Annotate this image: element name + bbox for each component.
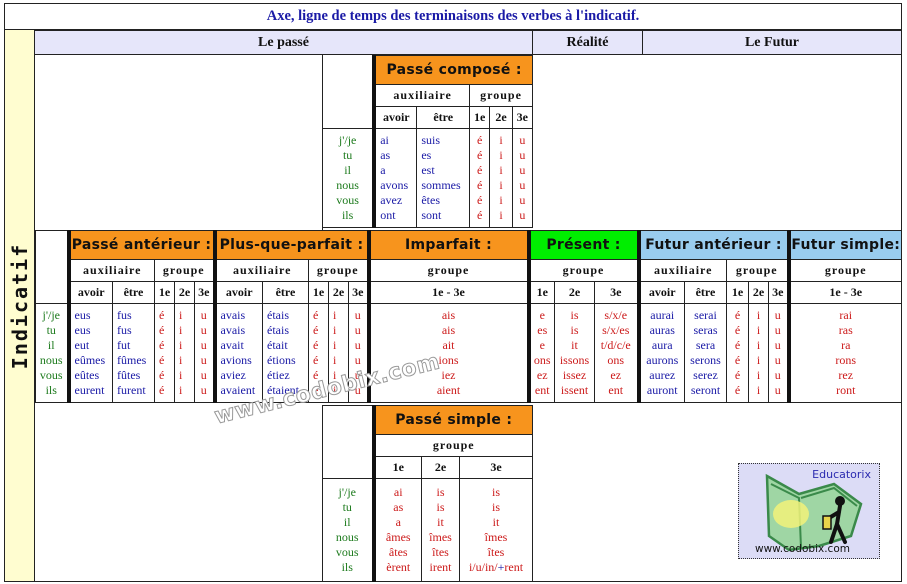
logo-url: www.codobix.com xyxy=(755,543,850,555)
group1-endings: ai as a âmes âtes èrent xyxy=(371,478,422,582)
avoir-header: avoir xyxy=(66,281,113,304)
avoir-forms: avais avais avait avions aviez avaient xyxy=(212,303,263,403)
group1-endings: e es e ons ez ent xyxy=(528,303,555,403)
etre-header: être xyxy=(416,106,471,129)
group1-header: 1e xyxy=(154,281,175,304)
educatorix-logo: Educatorix www.codobix.com xyxy=(738,463,880,559)
mood-label: Indicatif xyxy=(7,242,32,369)
group3-header: 3e xyxy=(594,281,639,304)
etre-header: être xyxy=(684,281,727,304)
group-header: groupe xyxy=(154,259,215,282)
group1-endings: éééééé xyxy=(154,303,175,403)
header-present: Réalité xyxy=(533,30,643,55)
group1-header: 1e xyxy=(726,281,749,304)
avoir-header: avoir xyxy=(636,281,685,304)
group-header: groupe xyxy=(308,259,369,282)
group-header: groupe xyxy=(786,259,902,282)
group2-header: 2e xyxy=(174,281,195,304)
group2-endings: is is it issons issez issent xyxy=(554,303,595,403)
group2-endings: iiiiii xyxy=(748,303,769,403)
etre-header: être xyxy=(112,281,155,304)
avoir-forms: aurai auras aura aurons aurez auront xyxy=(636,303,685,403)
futur-simple-endings: rai ras ra rons rez ront xyxy=(786,303,902,403)
etre-forms: serai seras sera serons serez seront xyxy=(684,303,727,403)
header-past: Le passé xyxy=(35,30,533,55)
empty-cell xyxy=(322,405,374,479)
group1-header: 1e xyxy=(528,281,555,304)
tense-title-passe-simple: Passé simple : xyxy=(371,405,533,435)
empty-cell xyxy=(322,55,375,129)
group2-endings: iiiiii xyxy=(174,303,195,403)
empty-cell xyxy=(35,230,69,304)
avoir-forms: eus eus eut eûmes eûtes eurent xyxy=(66,303,113,403)
group-header: groupe xyxy=(469,84,533,107)
group3-endings: uuuuuu xyxy=(194,303,215,403)
header-future: Le Futur xyxy=(643,30,902,55)
group2-header: 2e xyxy=(489,106,513,129)
group-header: groupe xyxy=(366,259,531,282)
tense-title-plus-que-parfait: Plus-que-parfait : xyxy=(212,230,369,260)
group2-header: 2e xyxy=(328,281,349,304)
pronouns-column: j'/je tu il nous vous ils xyxy=(35,303,69,403)
passe-simple-table: Passé simple : groupe 1e 2e 3e j'/je tu il… xyxy=(322,405,533,582)
group2-endings: iiiiii xyxy=(489,128,513,228)
group2-header: 2e xyxy=(554,281,595,304)
middle-tenses-table: Passé antérieur : Plus-que-parfait : Imp… xyxy=(35,230,902,403)
group13-header: 1e - 3e xyxy=(786,281,902,304)
etre-forms: suis es est sommes êtes sont xyxy=(416,128,471,228)
group-header: groupe xyxy=(726,259,789,282)
etre-forms: fus fus fut fûmes fûtes furent xyxy=(112,303,155,403)
group3-endings: uuuuuu xyxy=(511,128,534,228)
avoir-header: avoir xyxy=(372,106,418,129)
group1-endings: éééééé xyxy=(726,303,749,403)
group1-endings: éééééé xyxy=(469,128,491,228)
empty-cell xyxy=(35,55,323,230)
aux-header: auxiliaire xyxy=(66,259,155,282)
mood-sidebar: Indicatif xyxy=(4,30,35,582)
group-header: groupe xyxy=(371,434,533,457)
imparfait-endings: ais ais ait ions iez aient xyxy=(366,303,531,403)
pronouns-column: j'/je tu il nous vous ils xyxy=(322,478,374,582)
group3-endings: s/x/e s/x/es t/d/c/e ons ez ent xyxy=(594,303,639,403)
group3-header: 3e xyxy=(194,281,215,304)
group3-header: 3e xyxy=(511,106,534,129)
passe-compose-table: Passé composé : auxiliaire groupe avoir … xyxy=(322,55,534,228)
group3-header: 3e xyxy=(768,281,789,304)
tense-title-imparfait: Imparfait : xyxy=(366,230,531,260)
group1-header: 1e xyxy=(371,456,422,479)
tense-title-passe-anterieur: Passé antérieur : xyxy=(66,230,215,260)
chart-title: Axe, ligne de temps des terminaisons des… xyxy=(4,3,902,30)
group3-endings: is is it îmes îtes i/u/in/+rent xyxy=(459,478,533,582)
group1-header: 1e xyxy=(308,281,329,304)
tense-title-passe-compose: Passé composé : xyxy=(372,55,534,85)
avoir-forms: ai as a avons avez ont xyxy=(372,128,418,228)
group-header: groupe xyxy=(528,259,639,282)
group13-header: 1e - 3e xyxy=(366,281,531,304)
empty-cell xyxy=(35,405,323,582)
avoir-header: avoir xyxy=(212,281,263,304)
aux-header: auxiliaire xyxy=(372,84,471,107)
aux-header: auxiliaire xyxy=(212,259,309,282)
aux-header: auxiliaire xyxy=(636,259,727,282)
logo-title: Educatorix xyxy=(812,468,871,481)
group3-endings: uuuuuu xyxy=(768,303,789,403)
etre-header: être xyxy=(262,281,309,304)
tense-title-futur-anterieur: Futur antérieur : xyxy=(636,230,789,260)
tense-title-present: Présent : xyxy=(528,230,639,260)
pronouns-column: j'/je tu il nous vous ils xyxy=(322,128,375,228)
tense-title-futur-simple: Futur simple: xyxy=(786,230,902,260)
group2-header: 2e xyxy=(421,456,460,479)
group1-header: 1e xyxy=(469,106,491,129)
group2-endings: is is it îmes îtes irent xyxy=(421,478,460,582)
group3-header: 3e xyxy=(459,456,533,479)
group2-header: 2e xyxy=(748,281,769,304)
group3-header: 3e xyxy=(348,281,369,304)
